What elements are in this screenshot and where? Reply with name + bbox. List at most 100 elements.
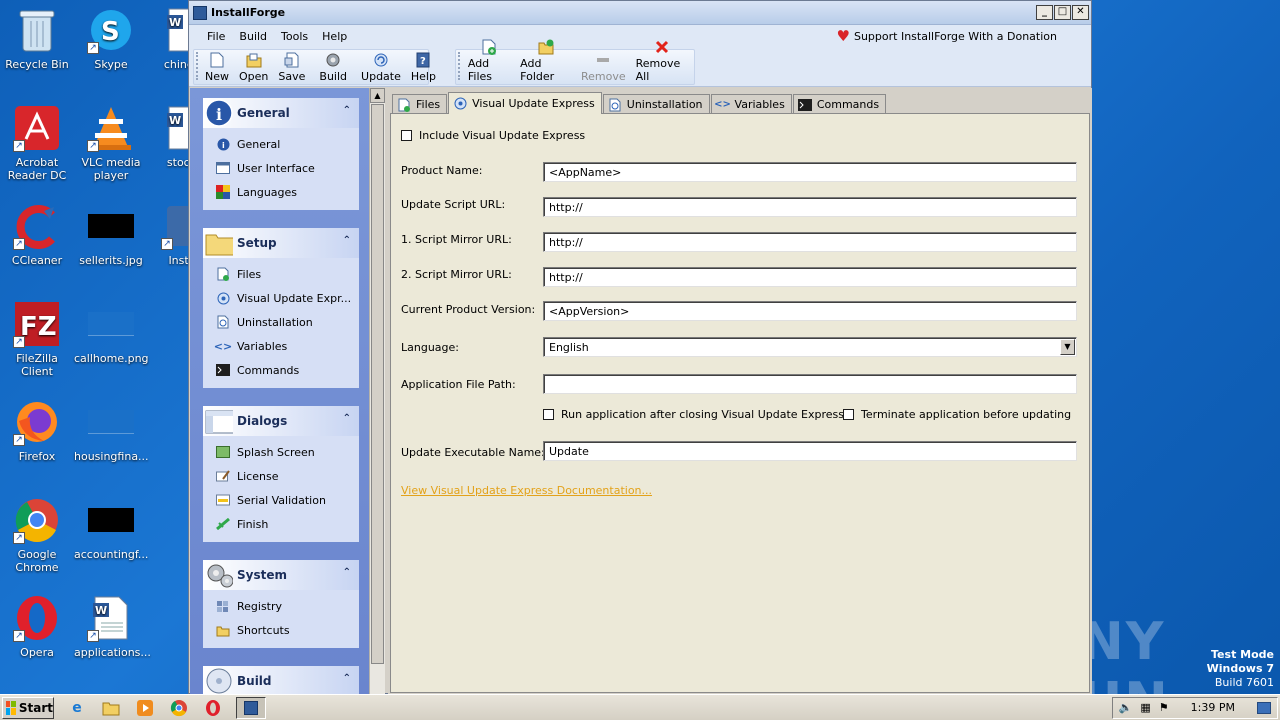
toolbar-grip[interactable] [196, 52, 198, 80]
update-exe-name-field[interactable] [543, 441, 1077, 461]
current-version-field[interactable] [543, 301, 1077, 321]
scroll-up-arrow-icon[interactable]: ▲ [370, 88, 385, 103]
dropdown-arrow-icon[interactable]: ▼ [1060, 339, 1075, 355]
desktop-icon-sellerits[interactable]: sellerits.jpg [74, 202, 148, 267]
desktop-icon-firefox[interactable]: ↗ Firefox [0, 398, 74, 463]
remove-button[interactable]: Remove [576, 50, 631, 84]
script-mirror-2-field[interactable] [543, 267, 1077, 287]
windows-version-line: Windows 7 [1206, 662, 1274, 675]
new-button[interactable]: New [200, 50, 234, 84]
main-content: Files Visual Update Express Uninstallati… [388, 88, 1092, 694]
save-button[interactable]: Save [273, 50, 310, 84]
sidebar-group-header[interactable]: Dialogs ⌃ [203, 406, 359, 436]
run-after-label: Run application after closing Visual Upd… [561, 408, 844, 421]
menu-tools[interactable]: Tools [281, 30, 308, 43]
vue-documentation-link[interactable]: View Visual Update Express Documentation… [401, 484, 652, 497]
donate-link[interactable]: ♥ Support InstallForge With a Donation [837, 29, 1057, 44]
update-button[interactable]: Update [356, 50, 406, 84]
sidebar-item-general[interactable]: i General [203, 132, 359, 156]
sidebar-group-header[interactable]: Setup ⌃ [203, 228, 359, 258]
menu-help[interactable]: Help [322, 30, 347, 43]
sidebar-group-header[interactable]: i General ⌃ [203, 98, 359, 128]
chrome-taskbar-icon[interactable] [168, 697, 190, 719]
collapse-chevron-icon[interactable]: ⌃ [343, 105, 351, 116]
desktop-icon-acrobat[interactable]: ↗ Acrobat Reader DC [0, 104, 74, 182]
add-folder-button[interactable]: Add Folder [515, 39, 576, 84]
action-center-flag-icon[interactable]: ⚑ [1159, 701, 1169, 714]
sidebar-item-variables[interactable]: <> Variables [203, 334, 359, 358]
scrollbar-thumb[interactable] [371, 104, 384, 664]
collapse-chevron-icon[interactable]: ⌃ [343, 673, 351, 684]
sidebar-item-commands[interactable]: Commands [203, 358, 359, 382]
desktop-icon-recycle-bin[interactable]: Recycle Bin [0, 6, 74, 71]
desktop-icon-skype[interactable]: S ↗ Skype [74, 6, 148, 71]
desktop-icon-accounting[interactable]: accountingf... [74, 496, 148, 561]
desktop-icon-ccleaner[interactable]: ↗ CCleaner [0, 202, 74, 267]
product-name-field[interactable] [543, 162, 1077, 182]
remove-all-button[interactable]: Remove All [631, 40, 694, 84]
tab-files[interactable]: Files [392, 94, 448, 114]
collapse-chevron-icon[interactable]: ⌃ [343, 567, 351, 578]
volume-icon[interactable]: 🔈 [1119, 701, 1133, 714]
installforge-taskbar-button[interactable] [236, 696, 266, 719]
maximize-button[interactable]: □ [1054, 5, 1071, 20]
include-vue-checkbox[interactable] [401, 130, 412, 141]
start-button[interactable]: Start [2, 696, 54, 719]
title-bar[interactable]: InstallForge _ □ ✕ [189, 1, 1091, 25]
sidebar-item-finish[interactable]: Finish [203, 512, 359, 536]
language-select[interactable]: English ▼ [543, 337, 1077, 357]
update-script-url-field[interactable] [543, 197, 1077, 217]
ie-icon[interactable]: e [66, 697, 88, 719]
tab-variables[interactable]: <> Variables [710, 94, 792, 114]
help-label: Help [410, 70, 436, 83]
sidebar-item-registry[interactable]: Registry [203, 594, 359, 618]
menu-file[interactable]: File [207, 30, 225, 43]
app-file-path-field[interactable] [543, 374, 1077, 394]
desktop-icon-vlc[interactable]: ↗ VLC media player [74, 104, 148, 182]
sidebar-item-files[interactable]: Files [203, 262, 359, 286]
tab-visual-update-express[interactable]: Visual Update Express [448, 92, 602, 114]
desktop-icon-chrome[interactable]: ↗ Google Chrome [0, 496, 74, 574]
desktop-icon-applications[interactable]: W ↗ applications... [74, 594, 151, 659]
clock[interactable]: 1:39 PM [1191, 701, 1235, 714]
sidebar-item-label: Uninstallation [237, 315, 313, 329]
desktop-icon-opera[interactable]: ↗ Opera [0, 594, 74, 659]
collapse-chevron-icon[interactable]: ⌃ [343, 235, 351, 246]
run-after-checkbox[interactable] [543, 409, 554, 420]
desktop-icon-housing[interactable]: housingfina... [74, 398, 149, 463]
tab-uninstallation[interactable]: Uninstallation [602, 94, 710, 114]
close-button[interactable]: ✕ [1072, 5, 1089, 20]
terminate-checkbox[interactable] [843, 409, 854, 420]
registry-icon [215, 598, 231, 614]
sidebar-item-license[interactable]: License [203, 464, 359, 488]
sidebar-item-visual-update-express[interactable]: Visual Update Expr... [203, 286, 359, 310]
sidebar-item-user-interface[interactable]: User Interface [203, 156, 359, 180]
sidebar-item-serial-validation[interactable]: Serial Validation [203, 488, 359, 512]
build-button[interactable]: Build [314, 50, 352, 84]
menu-build[interactable]: Build [239, 30, 267, 43]
sidebar-item-label: Shortcuts [237, 623, 290, 637]
network-icon[interactable]: ▦ [1140, 701, 1150, 714]
sidebar-group-header[interactable]: Build ⌃ [203, 666, 359, 694]
desktop-icon-filezilla[interactable]: FZ ↗ FileZilla Client [0, 300, 74, 378]
help-button[interactable]: ? Help [406, 50, 441, 84]
show-desktop-icon[interactable] [1257, 701, 1271, 714]
vlc-icon: ↗ [87, 104, 135, 152]
sidebar-item-languages[interactable]: Languages [203, 180, 359, 204]
toolbar-grip[interactable] [458, 52, 461, 80]
script-mirror-1-field[interactable] [543, 232, 1077, 252]
add-files-button[interactable]: Add Files [463, 39, 515, 84]
tab-commands[interactable]: Commands [792, 94, 887, 114]
explorer-folder-icon[interactable] [100, 697, 122, 719]
sidebar-scrollbar[interactable]: ▲ [369, 88, 385, 694]
desktop-icon-callhome[interactable]: callhome.png [74, 300, 149, 365]
collapse-chevron-icon[interactable]: ⌃ [343, 413, 351, 424]
media-player-icon[interactable] [134, 697, 156, 719]
minimize-button[interactable]: _ [1036, 5, 1053, 20]
opera-taskbar-icon[interactable] [202, 697, 224, 719]
sidebar-item-uninstallation[interactable]: Uninstallation [203, 310, 359, 334]
open-button[interactable]: Open [234, 50, 273, 84]
sidebar-item-shortcuts[interactable]: Shortcuts [203, 618, 359, 642]
sidebar-item-splash-screen[interactable]: Splash Screen [203, 440, 359, 464]
sidebar-group-header[interactable]: System ⌃ [203, 560, 359, 590]
